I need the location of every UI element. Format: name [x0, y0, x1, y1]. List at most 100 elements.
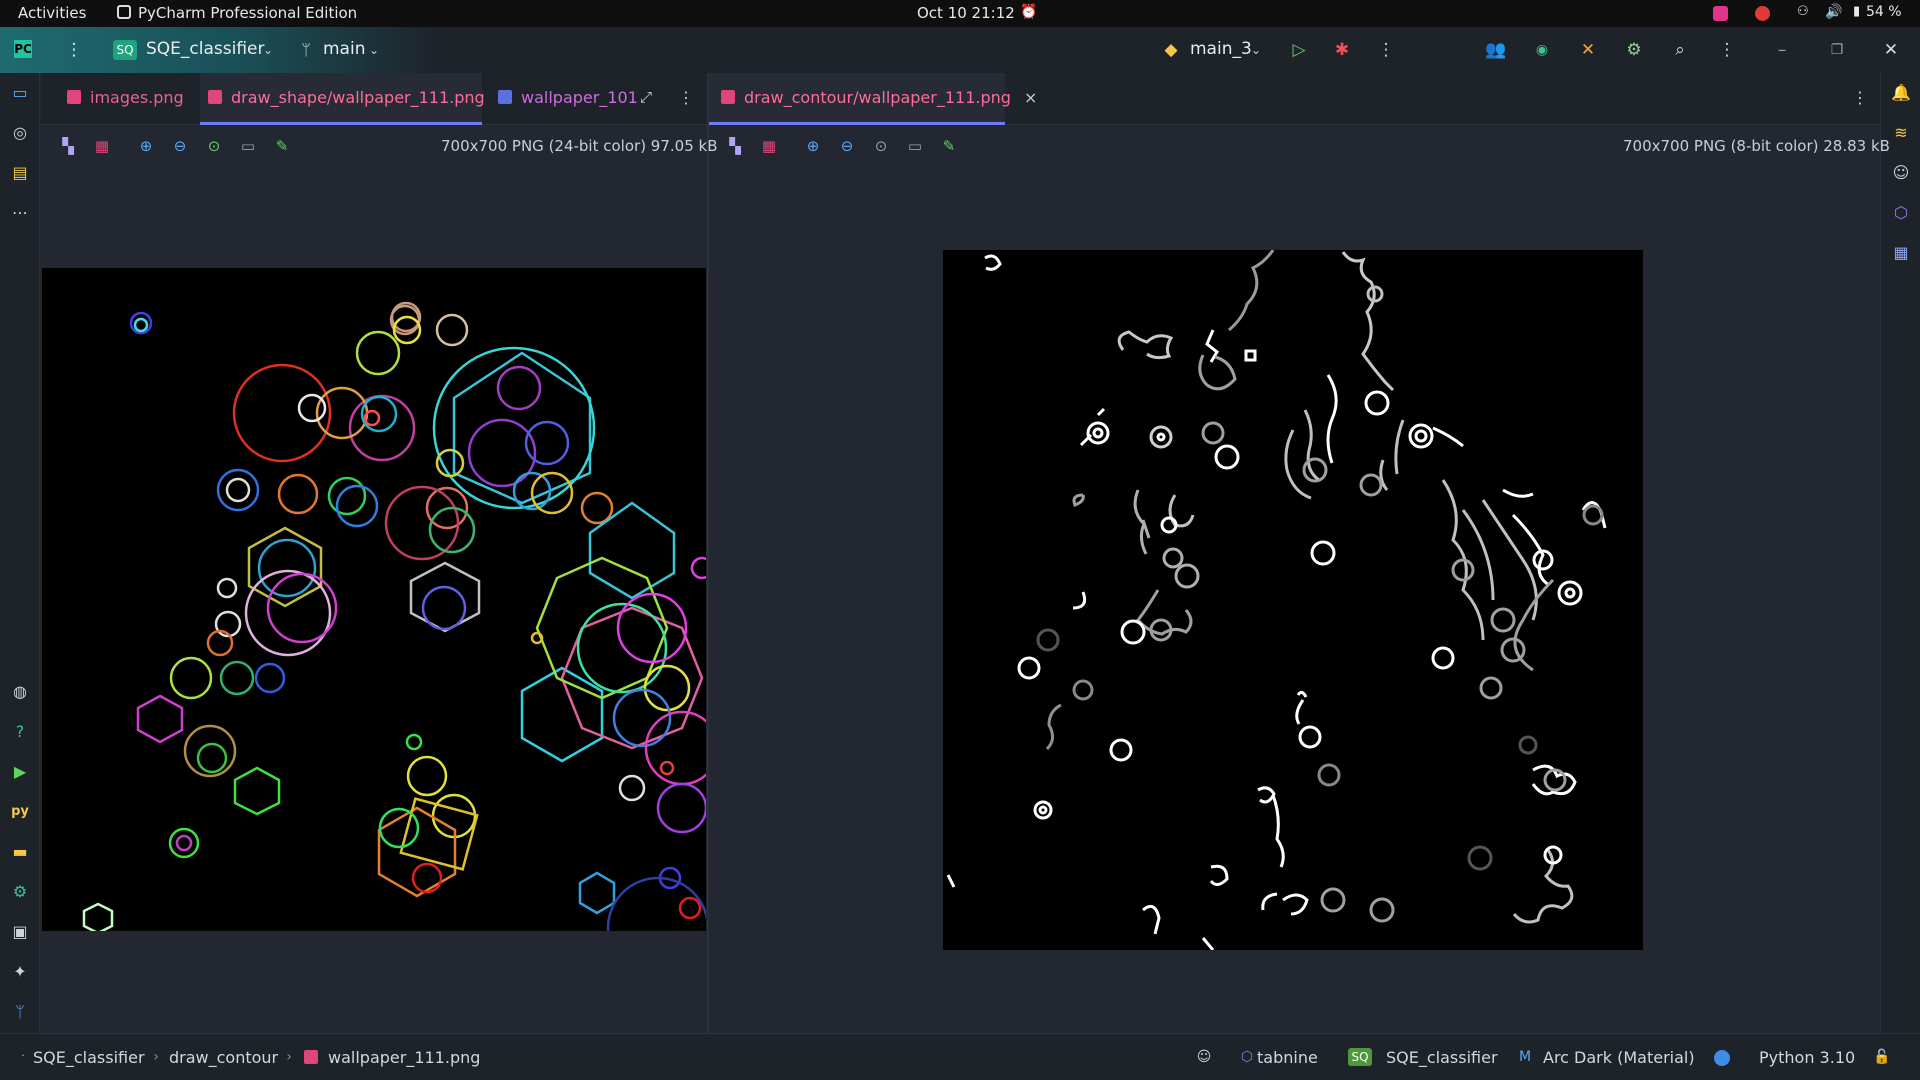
tab-images-png[interactable]: images.png	[67, 73, 184, 125]
shape-image-preview[interactable]	[42, 268, 706, 931]
clock[interactable]: Oct 10 21:12	[917, 4, 1015, 22]
services-icon[interactable]: ◍	[10, 682, 30, 702]
material-theme-icon: Ⅿ	[1518, 1049, 1532, 1065]
system-top-bar: Activities PyCharm Professional Edition …	[0, 0, 1920, 27]
plugin-icon[interactable]: ⬡	[1891, 203, 1911, 223]
theme-status[interactable]: Arc Dark (Material)	[1543, 1048, 1695, 1067]
actual-size-icon[interactable]: ⊙	[205, 137, 223, 155]
help-icon[interactable]: ?	[10, 722, 30, 742]
tab-draw-shape-wallpaper[interactable]: draw_shape/wallpaper_111.png ×	[200, 73, 511, 125]
database-icon[interactable]: ≋	[1891, 123, 1911, 143]
interpreter-status[interactable]: Python 3.10	[1759, 1048, 1855, 1067]
main-menu-icon[interactable]: ⋮	[64, 40, 84, 60]
pycharm-logo-icon[interactable]: PC	[14, 40, 32, 58]
code-with-me-icon[interactable]: 👥	[1485, 40, 1506, 60]
tray-app-icon[interactable]	[1713, 6, 1728, 21]
debug-icon[interactable]: ✱	[1332, 40, 1352, 60]
python-console-icon[interactable]: py	[10, 802, 30, 822]
zoom-in-icon[interactable]: ⊕	[137, 137, 155, 155]
contour-image-preview[interactable]	[943, 250, 1643, 950]
expand-split-icon[interactable]: ⤢	[640, 73, 652, 125]
breadcrumb-separator-icon: ›	[286, 1049, 292, 1065]
pycharm-app-icon	[117, 5, 131, 19]
python-icon: ◆	[1164, 40, 1178, 60]
color-picker-icon[interactable]: ✎	[273, 137, 291, 155]
ide-main-toolbar: PC ⋮ SQ SQE_classifier ⌄ ᛘ main ⌄ ◆ main…	[0, 27, 1920, 73]
right-image-toolbar: ▚ ▦ ⊕ ⊖ ⊙ ▭ ✎ 700x700 PNG (8-bit color) …	[709, 126, 1890, 166]
close-icon[interactable]: ✕	[1881, 40, 1901, 60]
chevron-down-icon: ⌄	[368, 43, 380, 57]
plugin-status-icon[interactable]: ◉	[1532, 40, 1552, 60]
status-indicator-icon[interactable]	[1714, 1050, 1730, 1066]
breadcrumb-file[interactable]: wallpaper_111.png	[328, 1048, 480, 1067]
zoom-in-icon[interactable]: ⊕	[804, 137, 822, 155]
lock-icon[interactable]: 🔓	[1873, 1048, 1891, 1066]
chevron-down-icon: ⌄	[1250, 43, 1262, 57]
project-badge: SQ	[113, 40, 137, 60]
actual-size-icon[interactable]: ⊙	[872, 137, 890, 155]
network-icon[interactable]: ⚇	[1797, 4, 1809, 19]
notifications-icon[interactable]: 🔔	[1891, 83, 1911, 103]
zoom-out-icon[interactable]: ⊖	[838, 137, 856, 155]
fit-zoom-icon[interactable]: ▭	[239, 137, 257, 155]
grid-icon[interactable]: ▦	[93, 137, 111, 155]
project-badge: SQ	[1348, 1048, 1372, 1066]
python-packages-icon[interactable]: ▬	[10, 842, 30, 862]
run-icon[interactable]: ▷	[1289, 40, 1309, 60]
right-editor-tabs: draw_contour/wallpaper_111.png × ⋮	[709, 73, 1880, 125]
image-file-icon	[67, 90, 81, 104]
alarm-icon: ⏰	[1020, 4, 1038, 20]
image-info: 700x700 PNG (24-bit color) 97.05 kB	[441, 137, 718, 155]
battery-icon[interactable]: ▮	[1853, 4, 1860, 19]
structure-icon[interactable]: ▤	[10, 163, 30, 183]
tray-record-icon[interactable]	[1755, 6, 1770, 21]
image-file-icon	[498, 90, 512, 104]
branch-selector[interactable]: main	[323, 39, 365, 59]
grid-icon[interactable]: ▦	[760, 137, 778, 155]
tab-more-icon[interactable]: ⋮	[1852, 73, 1868, 125]
search-icon[interactable]: ⌕	[1670, 40, 1690, 60]
more-actions-icon[interactable]: ⋮	[1376, 40, 1396, 60]
sciview-icon[interactable]: ▦	[1891, 243, 1911, 263]
activities-button[interactable]: Activities	[18, 4, 86, 22]
copilot-icon[interactable]: ☺	[1891, 163, 1911, 183]
tab-more-icon[interactable]: ⋮	[678, 73, 694, 125]
tools-icon[interactable]: ✕	[1578, 40, 1598, 60]
copilot-status-icon[interactable]: ☺	[1195, 1048, 1213, 1066]
chessboard-icon[interactable]: ▚	[726, 137, 744, 155]
fit-zoom-icon[interactable]: ▭	[906, 137, 924, 155]
minimize-icon[interactable]: –	[1772, 40, 1792, 60]
editor-splitter[interactable]	[707, 73, 709, 1033]
zoom-out-icon[interactable]: ⊖	[171, 137, 189, 155]
github-icon[interactable]: ◎	[10, 123, 30, 143]
more-tools-icon[interactable]: ⋯	[10, 203, 30, 223]
breadcrumb-separator-icon: ›	[153, 1049, 159, 1065]
image-info: 700x700 PNG (8-bit color) 28.83 kB	[1623, 137, 1890, 155]
problems-icon[interactable]: ✦	[10, 962, 30, 982]
breadcrumb-folder[interactable]: draw_contour	[169, 1048, 278, 1067]
close-tab-icon[interactable]: ×	[1024, 88, 1037, 107]
project-view-icon[interactable]: ▭	[10, 83, 30, 103]
run-config-selector[interactable]: main_3	[1190, 39, 1252, 59]
project-status[interactable]: SQE_classifier	[1386, 1048, 1498, 1067]
image-file-icon	[304, 1050, 318, 1064]
left-image-toolbar: ▚ ▦ ⊕ ⊖ ⊙ ▭ ✎ 700x700 PNG (24-bit color)…	[41, 126, 717, 166]
settings-icon[interactable]: ⋮	[1717, 40, 1737, 60]
color-picker-icon[interactable]: ✎	[940, 137, 958, 155]
app-menu[interactable]: PyCharm Professional Edition	[117, 4, 357, 22]
project-selector[interactable]: SQE_classifier	[146, 39, 265, 59]
shape-image	[82, 301, 706, 931]
volume-icon[interactable]: 🔊	[1825, 4, 1842, 20]
ai-assistant-icon[interactable]: ⚙	[1624, 40, 1644, 60]
restore-icon[interactable]: ❐	[1827, 40, 1847, 60]
run-tool-icon[interactable]: ▶	[10, 762, 30, 782]
tabnine-status[interactable]: tabnine	[1257, 1048, 1318, 1067]
chessboard-icon[interactable]: ▚	[59, 137, 77, 155]
settings-tool-icon[interactable]: ⚙	[10, 882, 30, 902]
breadcrumb-project[interactable]: SQE_classifier	[33, 1048, 145, 1067]
tab-wallpaper-101[interactable]: wallpaper_101	[498, 73, 660, 125]
tab-draw-contour-wallpaper[interactable]: draw_contour/wallpaper_111.png ×	[709, 73, 1037, 125]
image-file-icon	[721, 90, 735, 104]
git-icon[interactable]: ᛘ	[10, 1002, 30, 1022]
terminal-icon[interactable]: ▣	[10, 922, 30, 942]
